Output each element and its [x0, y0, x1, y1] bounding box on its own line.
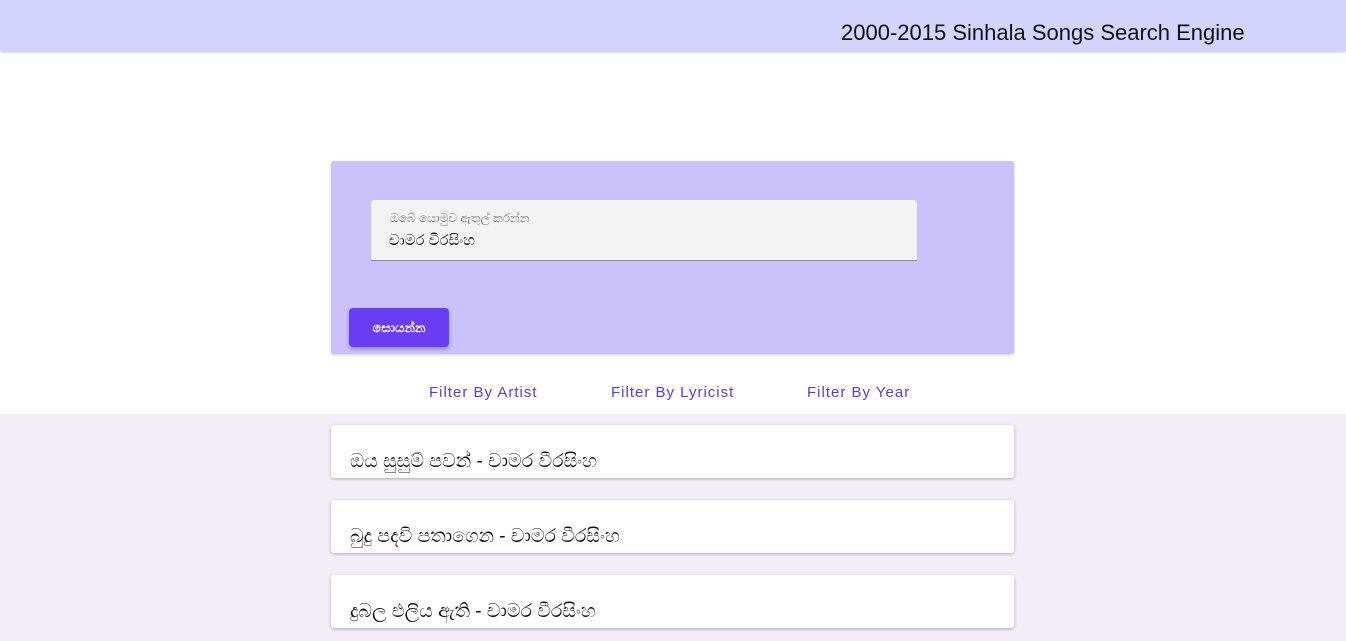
search-field[interactable]: ඔබේ යොමුව ඇතුල් කරන්න	[371, 200, 917, 261]
result-title: දුබල එලිය ඇති - චාමර වීරසිංහ	[350, 601, 596, 622]
result-title: බුදු පදවි පතාගෙන - චාමර වීරසිංහ	[350, 526, 620, 547]
result-card[interactable]: දුබල එලිය ඇති - චාමර වීරසිංහ	[331, 575, 1014, 628]
filter-by-year-button[interactable]: Filter By Year	[807, 384, 910, 401]
search-field-label: ඔබේ යොමුව ඇතුල් කරන්න	[390, 211, 530, 225]
result-card[interactable]: ඔය සුසුම් පවන් - චාමර වීරසිංහ	[331, 425, 1014, 478]
search-card: ඔබේ යොමුව ඇතුල් කරන්න සොයන්න	[331, 161, 1014, 354]
result-card[interactable]: බුදු පදවි පතාගෙන - චාමර වීරසිංහ	[331, 500, 1014, 553]
search-input[interactable]	[389, 229, 899, 251]
filter-by-lyricist-button[interactable]: Filter By Lyricist	[611, 384, 734, 401]
filter-bar: Filter By Artist Filter By Lyricist Filt…	[0, 384, 1346, 404]
search-button[interactable]: සොයන්න	[349, 308, 449, 347]
app-title: 2000-2015 Sinhala Songs Search Engine	[841, 20, 1245, 45]
filter-by-artist-button[interactable]: Filter By Artist	[429, 384, 538, 401]
result-title: ඔය සුසුම් පවන් - චාමර වීරසිංහ	[350, 451, 598, 472]
top-app-bar: 2000-2015 Sinhala Songs Search Engine	[0, 0, 1346, 51]
